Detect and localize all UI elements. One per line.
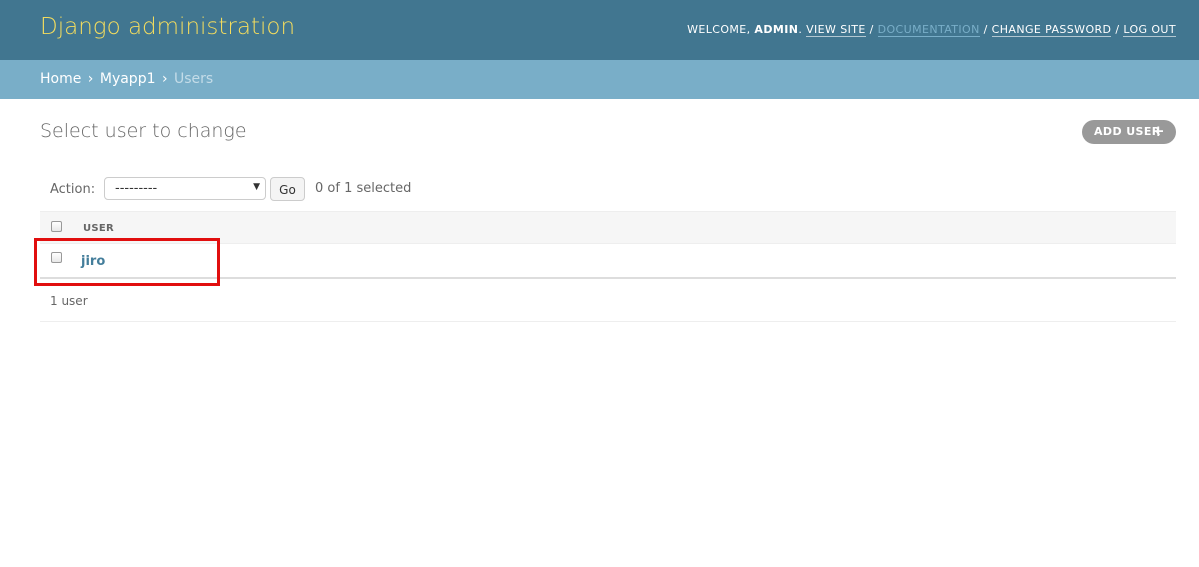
breadcrumb-separator: › <box>161 71 168 87</box>
caret-down-icon: ▼ <box>253 182 260 192</box>
action-selected-option: --------- <box>115 181 158 196</box>
log-out-link[interactable]: LOG OUT <box>1123 23 1176 37</box>
site-branding[interactable]: Django administration <box>40 14 295 40</box>
breadcrumb-separator: › <box>87 71 94 87</box>
go-button[interactable]: Go <box>270 177 305 201</box>
paginator: 1 user <box>40 278 1176 322</box>
username: ADMIN <box>754 23 799 36</box>
separator: / <box>869 23 874 36</box>
add-user-label: ADD USER <box>1094 125 1161 138</box>
result-count: 1 user <box>50 294 88 308</box>
user-link[interactable]: jiro <box>81 254 105 269</box>
add-user-button[interactable]: ADD USER + <box>1082 120 1176 144</box>
action-select[interactable]: --------- ▼ <box>104 177 266 200</box>
separator: / <box>983 23 988 36</box>
table-row: jiro <box>40 244 1176 278</box>
action-label: Action: <box>50 182 96 197</box>
row-checkbox[interactable] <box>51 252 62 263</box>
breadcrumb-home[interactable]: Home <box>40 71 81 87</box>
column-header-user[interactable]: USER <box>83 223 114 234</box>
plus-icon: + <box>1152 122 1165 140</box>
selected-counter: 0 of 1 selected <box>315 181 412 196</box>
user-tools: WELCOME, ADMIN. VIEW SITE / DOCUMENTATIO… <box>687 23 1176 37</box>
view-site-link[interactable]: VIEW SITE <box>806 23 866 37</box>
select-all-checkbox[interactable] <box>51 221 62 232</box>
page-title: Select user to change <box>40 120 247 142</box>
documentation-link[interactable]: DOCUMENTATION <box>877 23 980 37</box>
separator: / <box>1115 23 1120 36</box>
breadcrumb: Home › Myapp1 › Users <box>0 60 1199 99</box>
breadcrumb-app[interactable]: Myapp1 <box>100 71 156 87</box>
site-header: Django administration WELCOME, ADMIN. VI… <box>0 0 1199 60</box>
breadcrumb-current: Users <box>174 71 214 87</box>
change-password-link[interactable]: CHANGE PASSWORD <box>991 23 1112 37</box>
table-header: USER <box>40 211 1176 244</box>
welcome-text: WELCOME, <box>687 23 751 36</box>
